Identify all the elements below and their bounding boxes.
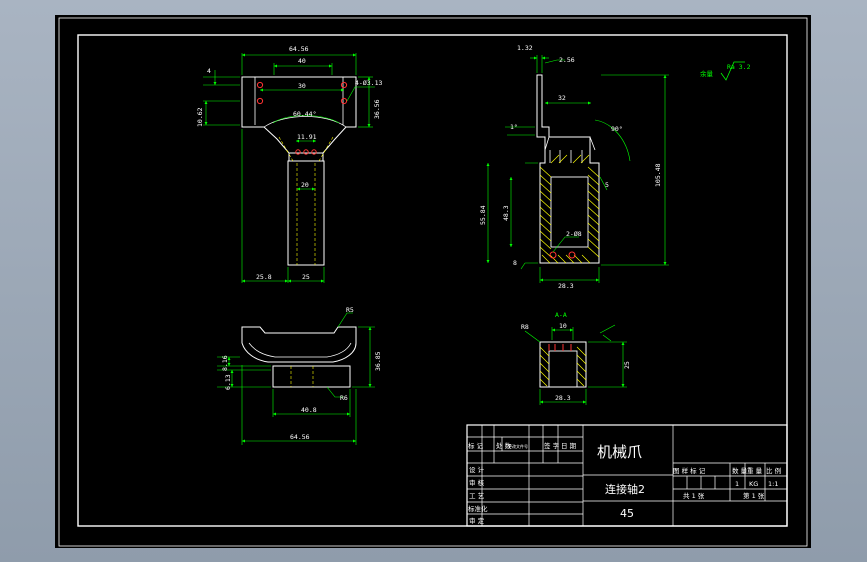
rev-header-sign: 签 字: [544, 441, 560, 450]
roughness-label: 余量: [700, 69, 714, 78]
cad-drawing: 64.56 40 30 4 4-Ø3.13 60.44° 11.91 20 10…: [58, 17, 808, 547]
row-label-design: 设 计: [469, 465, 485, 474]
dim-lip: R6: [340, 394, 348, 402]
weight: KG: [749, 480, 758, 488]
dim-slot-width: 30: [298, 82, 306, 90]
dim-hole-note: 2-Ø8: [566, 230, 582, 238]
dim-section-height: 25: [623, 361, 631, 369]
dim-overall-width: 64.56: [290, 433, 310, 441]
material: 45: [620, 507, 634, 520]
drawing-sheet: 64.56 40 30 4 4-Ø3.13 60.44° 11.91 20 10…: [55, 15, 811, 548]
title-block: 标 记 处 数 更改文件号 签 字 日 期 设 计 审 核 工 艺 标准化 审 …: [466, 424, 788, 527]
info-header-weight: 重 量: [747, 467, 763, 475]
side-view: 1.32 2.56 32 1° 90° 5 105.48 55.84 48.3 …: [479, 44, 669, 290]
total-sheets: 共 1 张: [683, 491, 705, 500]
row-label-process: 工 艺: [469, 492, 485, 500]
dim-total-height: 36.85: [374, 351, 382, 371]
section-label: A-A: [555, 311, 567, 319]
dim-holes: 4-Ø3.13: [355, 79, 382, 87]
top-view: R5 8.16 6.13 36.85 40.8 64.56 R6: [217, 306, 382, 445]
rev-header-date: 日 期: [561, 442, 577, 450]
dim-overall-height: 105.48: [654, 163, 662, 187]
dim-bottom-left: 25.8: [256, 273, 272, 281]
dim-height-b: 6.13: [224, 374, 232, 390]
dim-bottom-right: 25: [302, 273, 310, 281]
scale: 1:1: [768, 480, 778, 488]
rev-header-mark: 标 记: [468, 441, 484, 450]
dim-height-a: 8.16: [221, 355, 229, 371]
part-name: 连接轴2: [605, 482, 645, 496]
quantity: 1: [735, 480, 739, 488]
sheet-number: 第 1 张: [743, 491, 765, 500]
dim-inner-height: 48.3: [502, 205, 510, 221]
row-label-standard: 标准化: [468, 504, 488, 513]
dim-base-width: 28.3: [558, 282, 574, 290]
front-view: 64.56 40 30 4 4-Ø3.13 60.44° 11.91 20 10…: [196, 45, 382, 283]
roughness-note: 余量 Ra 3.2: [700, 61, 751, 81]
info-header-drawing: 图 样 标 记: [673, 466, 706, 475]
dim-small-width: 11.91: [297, 133, 317, 141]
dim-base-small: 8: [513, 259, 517, 267]
row-label-check: 审 核: [469, 478, 485, 487]
dim-wall-height: 55.84: [479, 205, 487, 225]
section-view: A-A R8 10 25 28.3: [521, 311, 631, 405]
dim-section-top: 10: [559, 322, 567, 330]
roughness-value: Ra 3.2: [727, 63, 751, 71]
dim-left-tab: 4: [207, 67, 211, 75]
dim-inner-width: 40: [298, 57, 306, 65]
dim-section-width: 28.3: [555, 394, 571, 402]
dim-angle-left: 1°: [510, 123, 518, 131]
dim-left-height: 10.62: [196, 107, 204, 127]
rev-header-doc: 更改文件号: [508, 443, 528, 449]
product-name: 机械爪: [597, 443, 642, 461]
info-header-scale: 比 例: [766, 466, 781, 475]
dim-angle-right: 90°: [611, 125, 623, 133]
dim-section-left: R8: [521, 323, 529, 331]
inner-border: [77, 34, 788, 527]
dim-width-top: 32: [558, 94, 566, 102]
dim-tab: 2.56: [559, 56, 575, 64]
dim-shaft-width: 20: [301, 181, 309, 189]
info-header-qty: 数 量: [732, 466, 748, 475]
dim-right-height: 36.56: [373, 99, 381, 119]
dim-chamfer: 5: [605, 181, 609, 189]
dim-arc-angle: 60.44°: [293, 110, 316, 118]
row-label-approve: 审 定: [469, 516, 485, 525]
dim-inner-width: 40.8: [301, 406, 317, 414]
dim-top-width: 64.56: [289, 45, 309, 53]
dim-radius: R5: [346, 306, 354, 314]
dim-top-offset: 1.32: [517, 44, 533, 52]
